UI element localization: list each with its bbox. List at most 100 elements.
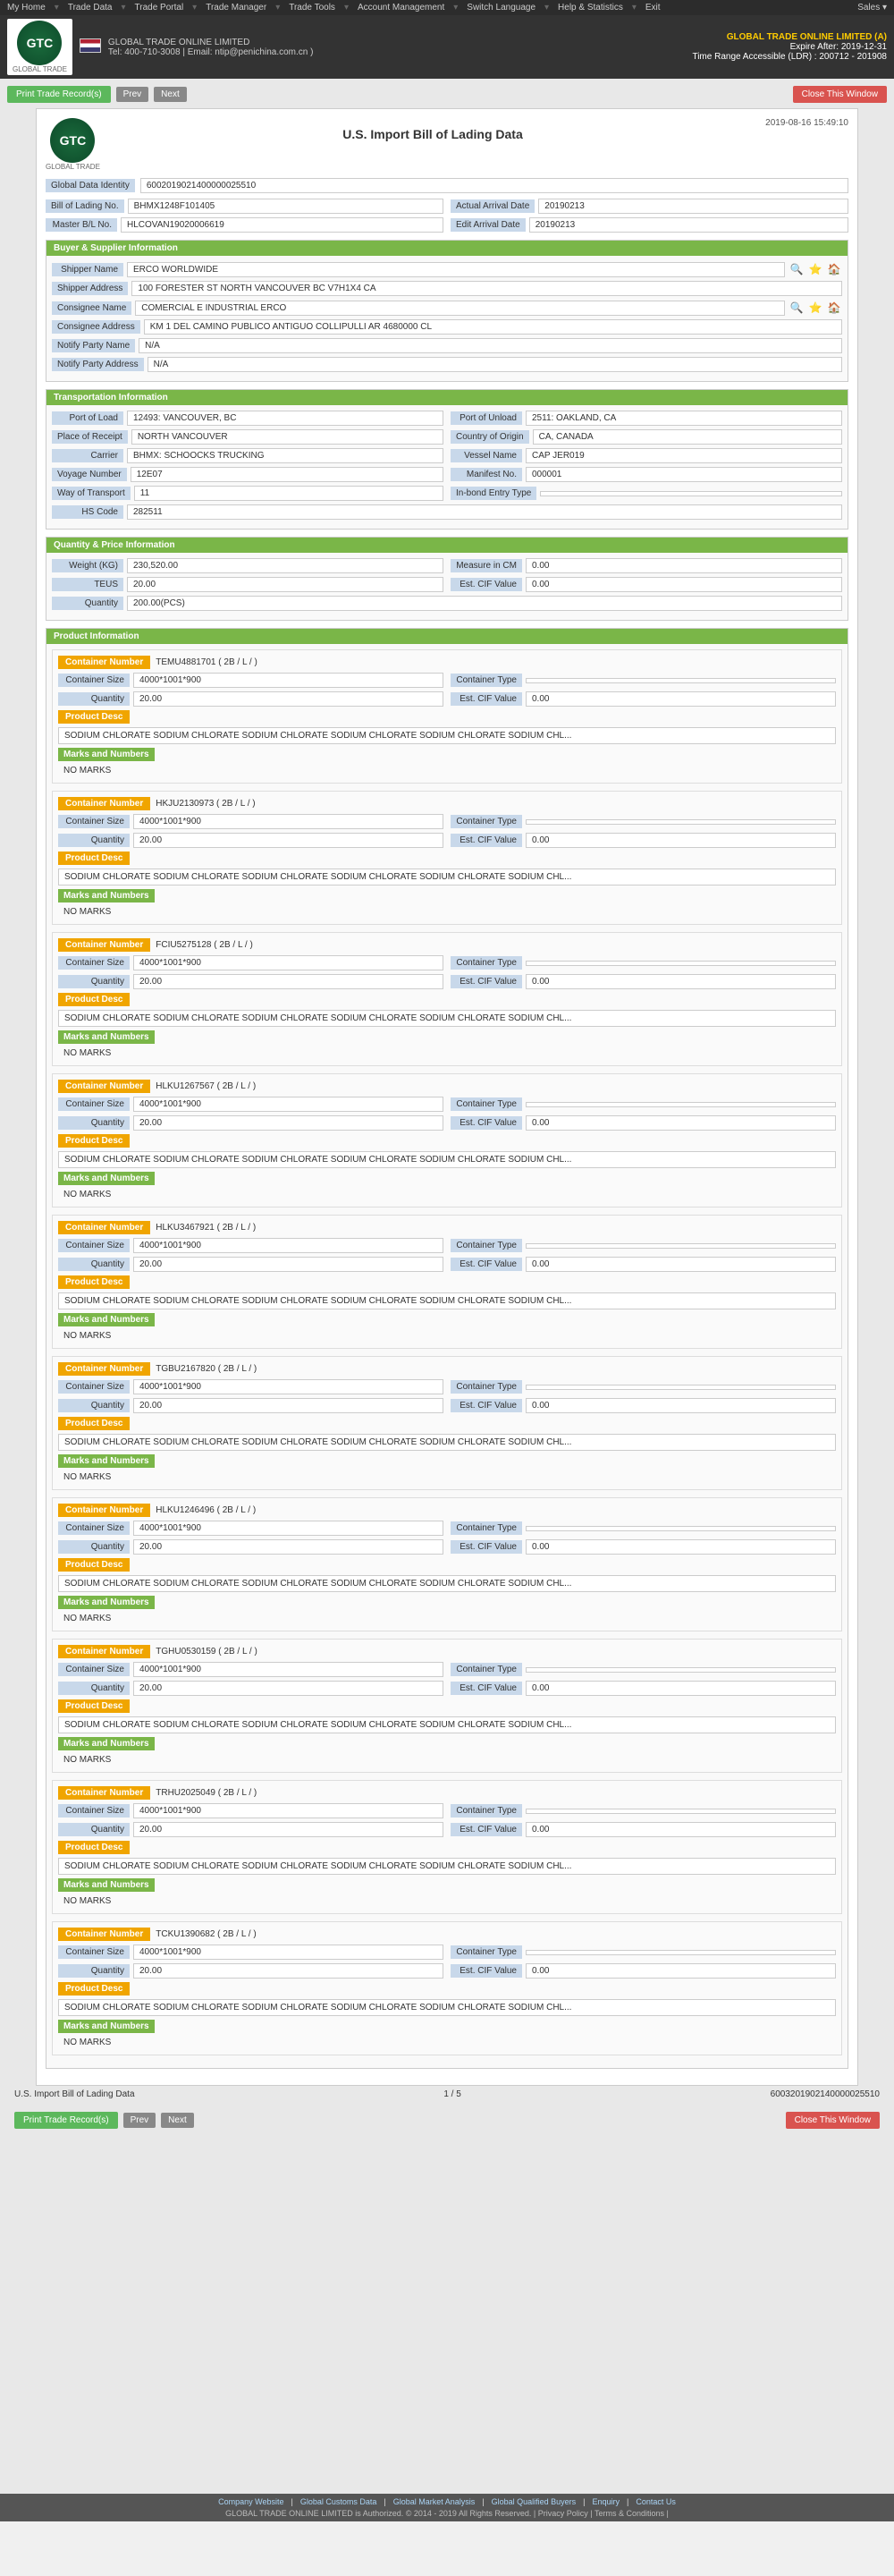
- notify-party-addr-value: N/A: [148, 357, 842, 372]
- nav-myhome[interactable]: My Home: [7, 3, 46, 13]
- marks-row-4: Marks and Numbers NO MARKS: [58, 1172, 836, 1201]
- nav-exit[interactable]: Exit: [645, 3, 661, 13]
- container-qty-group-7: Quantity 20.00: [58, 1539, 443, 1555]
- inbond-value: [540, 491, 842, 496]
- prev-button-top[interactable]: Prev: [116, 87, 149, 102]
- consignee-search-icon[interactable]: 🔍: [789, 300, 805, 316]
- main-content: Print Trade Record(s) Prev Next Close Th…: [0, 79, 894, 2494]
- footer-link-market[interactable]: Global Market Analysis: [393, 2497, 476, 2506]
- container-cif-label-4: Est. CIF Value: [451, 1116, 522, 1130]
- container-section-6: Container Number TGBU2167820 ( 2B / L / …: [52, 1356, 842, 1490]
- nav-tradeportal[interactable]: Trade Portal: [135, 3, 184, 13]
- consignee-star-icon[interactable]: ⭐: [807, 300, 823, 316]
- next-button-top[interactable]: Next: [154, 87, 187, 102]
- container-size-type-row-8: Container Size 4000*1001*900 Container T…: [58, 1662, 836, 1677]
- quantity-price-header: Quantity & Price Information: [46, 538, 848, 553]
- footer-link-website[interactable]: Company Website: [218, 2497, 283, 2506]
- weight-group: Weight (KG) 230,520.00: [52, 558, 443, 573]
- product-desc-label-2: Product Desc: [58, 852, 130, 865]
- star-icon[interactable]: ⭐: [807, 261, 823, 277]
- marks-label-10: Marks and Numbers: [58, 2020, 155, 2033]
- carrier-group: Carrier BHMX: SCHOOCKS TRUCKING: [52, 448, 443, 463]
- print-records-top-button[interactable]: Print Trade Record(s): [7, 86, 111, 103]
- product-desc-label-5: Product Desc: [58, 1275, 130, 1289]
- close-window-top-button[interactable]: Close This Window: [793, 86, 887, 103]
- product-desc-value-1: SODIUM CHLORATE SODIUM CHLORATE SODIUM C…: [58, 727, 836, 744]
- container-number-label-1: Container Number: [58, 656, 150, 669]
- product-desc-row-10: Product Desc SODIUM CHLORATE SODIUM CHLO…: [58, 1982, 836, 2016]
- container-section-4: Container Number HLKU1267567 ( 2B / L / …: [52, 1073, 842, 1208]
- consignee-home-icon[interactable]: 🏠: [826, 300, 842, 316]
- container-size-group-10: Container Size 4000*1001*900: [58, 1945, 443, 1960]
- footer-link-enquiry[interactable]: Enquiry: [593, 2497, 620, 2506]
- container-number-value-2: HKJU2130973 ( 2B / L / ): [156, 799, 255, 809]
- container-number-row-1: Container Number TEMU4881701 ( 2B / L / …: [58, 656, 836, 669]
- search-icon[interactable]: 🔍: [789, 261, 805, 277]
- container-size-group-5: Container Size 4000*1001*900: [58, 1238, 443, 1253]
- container-type-group-2: Container Type: [451, 814, 836, 829]
- container-size-value-8: 4000*1001*900: [133, 1662, 443, 1677]
- close-window-bottom-button[interactable]: Close This Window: [786, 2112, 880, 2129]
- nav-trademanager[interactable]: Trade Manager: [206, 3, 266, 13]
- nav-sales[interactable]: Sales ▾: [857, 3, 887, 13]
- shipper-name-group: Shipper Name ERCO WORLDWIDE 🔍 ⭐ 🏠: [52, 261, 842, 277]
- container-size-value-2: 4000*1001*900: [133, 814, 443, 829]
- teus-cif-row: TEUS 20.00 Est. CIF Value 0.00: [52, 577, 842, 592]
- container-qty-cif-row-2: Quantity 20.00 Est. CIF Value 0.00: [58, 833, 836, 848]
- nav-tradetools[interactable]: Trade Tools: [289, 3, 335, 13]
- container-qty-cif-row-9: Quantity 20.00 Est. CIF Value 0.00: [58, 1822, 836, 1837]
- next-button-bottom[interactable]: Next: [161, 2113, 194, 2128]
- footer-link-buyers[interactable]: Global Qualified Buyers: [492, 2497, 577, 2506]
- place-receipt-value: NORTH VANCOUVER: [131, 429, 443, 445]
- nav-buttons: Prev Next: [116, 87, 190, 102]
- container-cif-group-7: Est. CIF Value 0.00: [451, 1539, 836, 1555]
- container-cif-label-5: Est. CIF Value: [451, 1258, 522, 1271]
- transportation-header: Transportation Information: [46, 390, 848, 405]
- container-size-type-row-6: Container Size 4000*1001*900 Container T…: [58, 1379, 836, 1394]
- container-size-group-3: Container Size 4000*1001*900: [58, 955, 443, 970]
- container-cif-label-7: Est. CIF Value: [451, 1540, 522, 1554]
- global-identity-label: Global Data Identity: [46, 179, 135, 192]
- notify-party-addr-group: Notify Party Address N/A: [52, 357, 842, 372]
- home-icon[interactable]: 🏠: [826, 261, 842, 277]
- container-number-label-2: Container Number: [58, 797, 150, 810]
- nav-account[interactable]: Account Management: [358, 3, 444, 13]
- container-type-label-1: Container Type: [451, 674, 522, 687]
- product-desc-row-6: Product Desc SODIUM CHLORATE SODIUM CHLO…: [58, 1417, 836, 1451]
- buyer-supplier-body: Shipper Name ERCO WORLDWIDE 🔍 ⭐ 🏠 Shippe…: [46, 256, 848, 381]
- product-desc-row-2: Product Desc SODIUM CHLORATE SODIUM CHLO…: [58, 852, 836, 886]
- container-size-group-9: Container Size 4000*1001*900: [58, 1803, 443, 1818]
- container-qty-group-10: Quantity 20.00: [58, 1963, 443, 1979]
- print-records-bottom-button[interactable]: Print Trade Record(s): [14, 2112, 118, 2129]
- product-info-section: Product Information Container Number TEM…: [46, 628, 848, 2069]
- voyage-value: 12E07: [131, 467, 443, 482]
- footer-link-contact[interactable]: Contact Us: [636, 2497, 676, 2506]
- container-size-label-1: Container Size: [58, 674, 130, 687]
- global-identity-row: Global Data Identity 6002019021400000025…: [46, 178, 848, 193]
- voyage-group: Voyage Number 12E07: [52, 467, 443, 482]
- container-qty-group-6: Quantity 20.00: [58, 1398, 443, 1413]
- nav-language[interactable]: Switch Language: [467, 3, 536, 13]
- container-qty-label-7: Quantity: [58, 1540, 130, 1554]
- product-desc-label-1: Product Desc: [58, 710, 130, 724]
- teus-value: 20.00: [127, 577, 443, 592]
- nav-help[interactable]: Help & Statistics: [558, 3, 623, 13]
- container-type-value-1: [526, 678, 836, 683]
- container-qty-label-3: Quantity: [58, 975, 130, 988]
- marks-label-5: Marks and Numbers: [58, 1313, 155, 1326]
- container-size-label-9: Container Size: [58, 1804, 130, 1818]
- teus-label: TEUS: [52, 578, 123, 591]
- container-size-group-2: Container Size 4000*1001*900: [58, 814, 443, 829]
- nav-tradedata[interactable]: Trade Data: [68, 3, 113, 13]
- container-number-value-3: FCIU5275128 ( 2B / L / ): [156, 940, 253, 950]
- notify-party-label: Notify Party Name: [52, 339, 135, 352]
- container-cif-group-6: Est. CIF Value 0.00: [451, 1398, 836, 1413]
- footer-link-customs[interactable]: Global Customs Data: [300, 2497, 377, 2506]
- carrier-value: BHMX: SCHOOCKS TRUCKING: [127, 448, 443, 463]
- prev-button-bottom[interactable]: Prev: [123, 2113, 156, 2128]
- container-qty-value-10: 20.00: [133, 1963, 443, 1979]
- container-size-value-7: 4000*1001*900: [133, 1521, 443, 1536]
- container-cif-value-6: 0.00: [526, 1398, 836, 1413]
- notify-party-value: N/A: [139, 338, 842, 353]
- container-qty-label-6: Quantity: [58, 1399, 130, 1412]
